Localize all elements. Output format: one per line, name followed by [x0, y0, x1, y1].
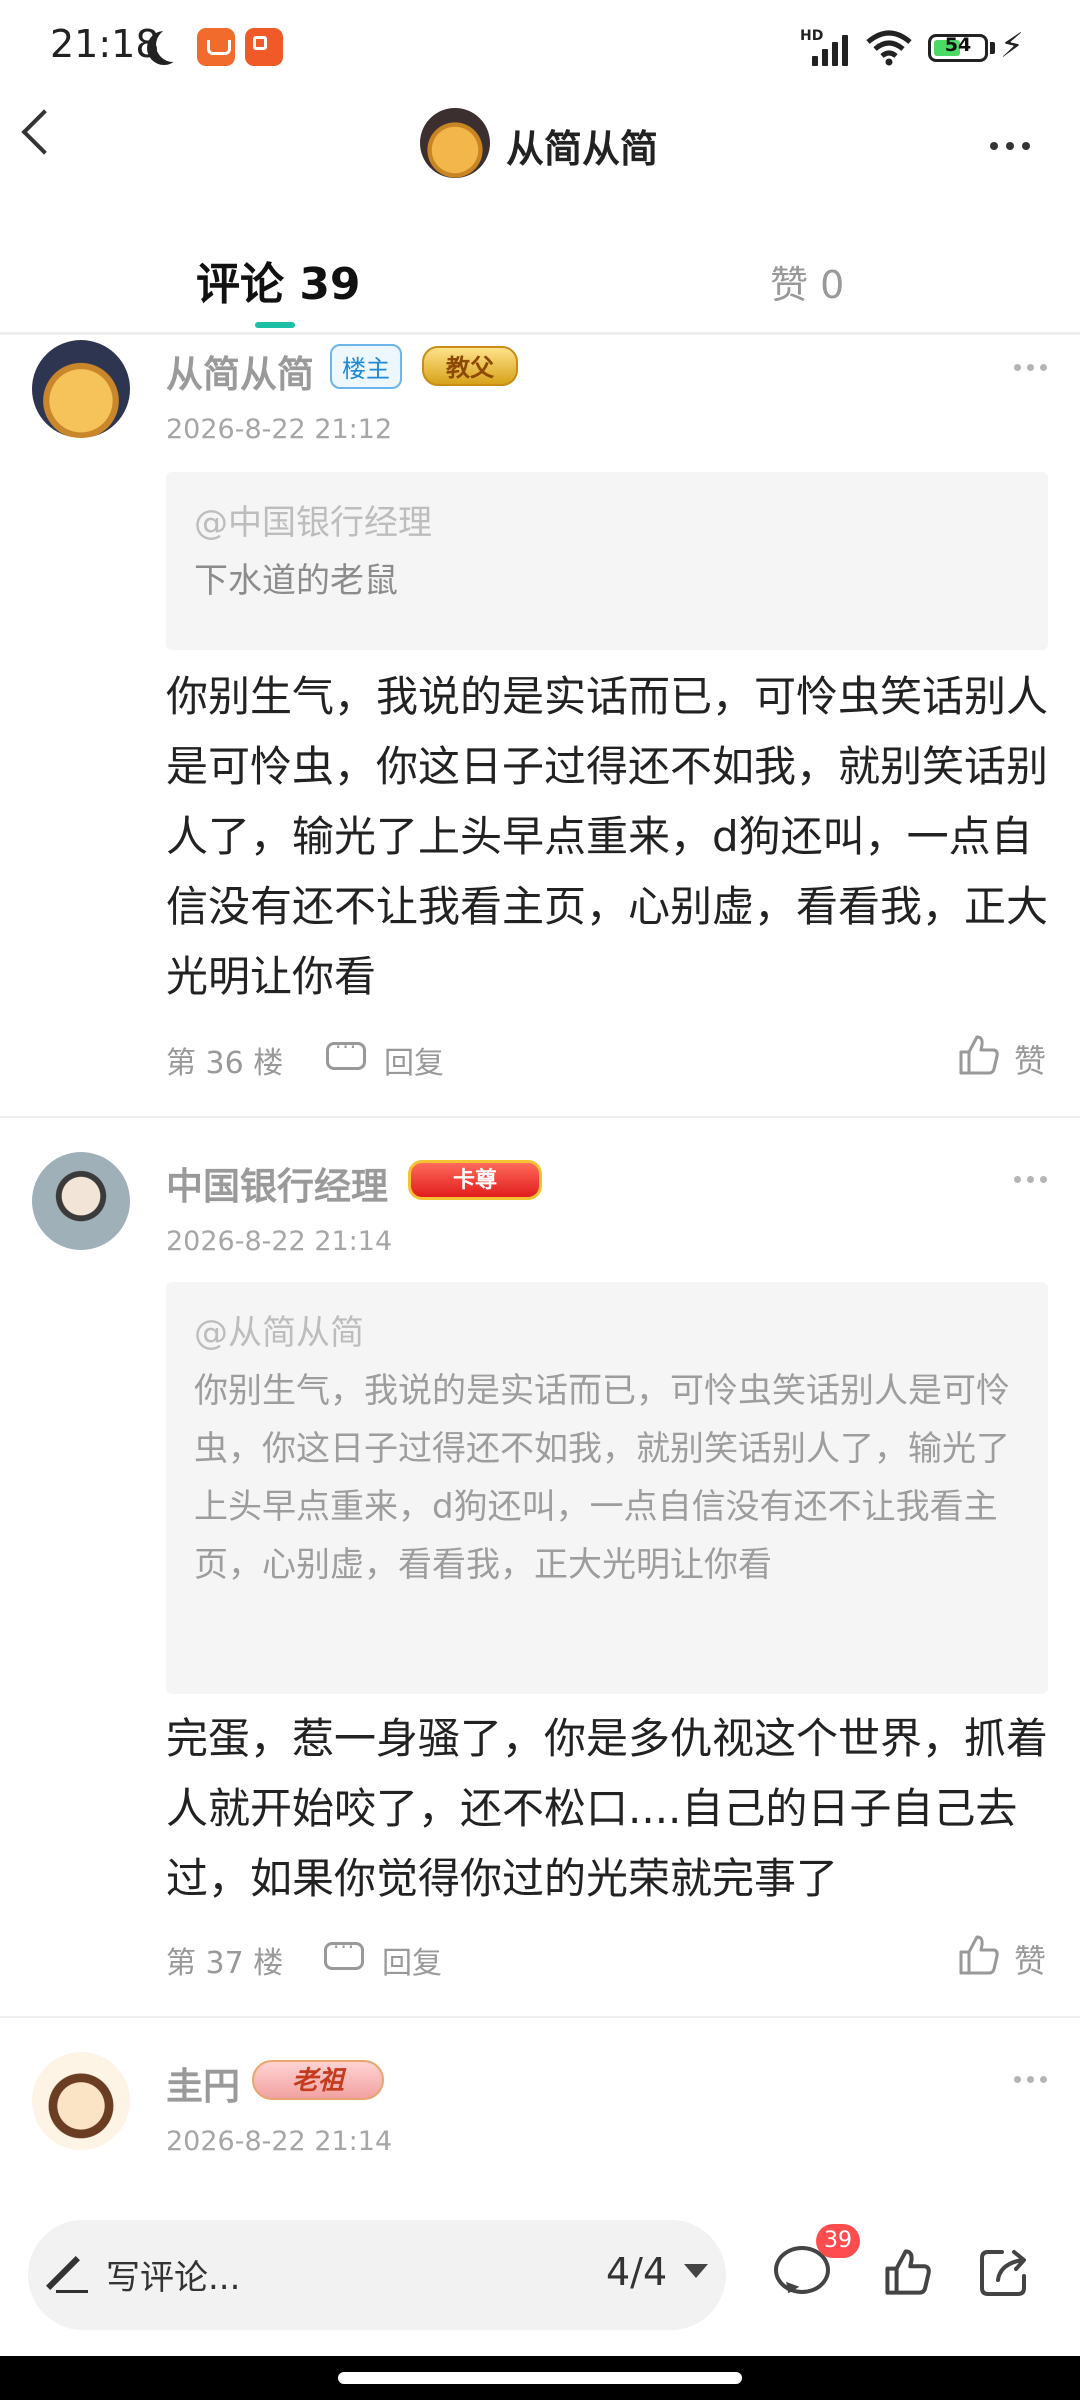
tab-comments[interactable]: 评论 39: [196, 248, 361, 312]
more-icon[interactable]: [1014, 1176, 1050, 1184]
quote-text: 你别生气，我说的是实话而已，可怜虫笑话别人是可怜虫，你这日子过得还不如我，就别笑…: [194, 1371, 1010, 1585]
charging-icon: ⚡: [1000, 26, 1024, 66]
tab-likes[interactable]: 赞 0: [770, 254, 844, 309]
avatar[interactable]: [32, 2052, 130, 2150]
level-badge: 老祖: [252, 2060, 384, 2100]
battery-cap: [990, 42, 995, 54]
quote-username: @中国银行经理: [194, 503, 432, 543]
back-icon[interactable]: [21, 109, 67, 155]
like-icon[interactable]: [884, 2248, 932, 2296]
share-icon[interactable]: [978, 2246, 1030, 2298]
avatar[interactable]: [32, 340, 130, 438]
comment-body: 你别生气，我说的是实话而已，可怜虫笑话别人是可怜虫，你这日子过得还不如我，就别笑…: [166, 672, 1049, 1001]
comment-date: 2026-8-22 21:14: [166, 1226, 393, 1257]
divider: [0, 332, 1080, 335]
more-icon[interactable]: [1014, 2076, 1050, 2084]
quote-text: 下水道的老鼠: [194, 561, 398, 601]
like-icon[interactable]: [958, 1934, 1000, 1976]
status-time: 21:18: [50, 22, 160, 66]
signal-icon: [812, 32, 858, 66]
floor-number: 第 36 楼: [166, 1046, 284, 1081]
quoted-comment[interactable]: @从简从简 你别生气，我说的是实话而已，可怜虫笑话别人是可怜虫，你这日子过得还不…: [166, 1282, 1048, 1694]
quoted-comment[interactable]: @中国银行经理 下水道的老鼠: [166, 472, 1048, 650]
battery-icon: 54: [928, 34, 988, 62]
pencil-underline: [56, 2290, 88, 2293]
comment-count-badge: 39: [816, 2224, 860, 2258]
comment-separator: [0, 2016, 1080, 2018]
quote-username: @从简从简: [194, 1313, 364, 1353]
like-button[interactable]: 赞: [1014, 1036, 1046, 1082]
level-badge: 教父: [422, 346, 518, 386]
comment-placeholder[interactable]: 写评论...: [106, 2250, 240, 2299]
page-title[interactable]: 从简从简: [506, 118, 658, 173]
reply-icon[interactable]: [326, 1035, 366, 1070]
reply-button[interactable]: 回复: [384, 1038, 444, 1082]
active-tab-indicator: [255, 322, 295, 328]
more-icon[interactable]: [990, 142, 1034, 152]
comment-date: 2026-8-22 21:12: [166, 414, 393, 445]
page-indicator[interactable]: 4/4: [606, 2250, 667, 2294]
comment-body: 完蛋，惹一身骚了，你是多仇视这个世界，抓着人就开始咬了，还不松口....自己的日…: [166, 1714, 1049, 1903]
comment-separator: [0, 1116, 1080, 1118]
home-indicator[interactable]: [338, 2372, 742, 2384]
comment-date: 2026-8-22 21:14: [166, 2126, 393, 2157]
more-icon[interactable]: [1014, 364, 1050, 372]
chevron-down-icon[interactable]: [684, 2264, 708, 2278]
floor-number: 第 37 楼: [166, 1946, 284, 1981]
like-button[interactable]: 赞: [1014, 1936, 1046, 1982]
reply-icon[interactable]: [324, 1935, 364, 1970]
comment-username[interactable]: 中国银行经理: [166, 1156, 388, 1210]
app-notification-icon: [197, 28, 235, 66]
like-icon[interactable]: [958, 1034, 1000, 1076]
header-avatar[interactable]: [420, 108, 490, 178]
app-notification-icon: [245, 28, 283, 66]
host-badge: 楼主: [330, 344, 402, 389]
reply-button[interactable]: 回复: [382, 1938, 442, 1982]
battery-percent: 54: [944, 34, 972, 56]
level-badge: 卡尊: [408, 1160, 542, 1200]
wifi-icon: [866, 30, 912, 66]
comment-username[interactable]: 圭円: [166, 2056, 240, 2110]
moon-icon: [156, 28, 190, 62]
comment-username[interactable]: 从简从简: [166, 344, 314, 398]
avatar[interactable]: [32, 1152, 130, 1250]
